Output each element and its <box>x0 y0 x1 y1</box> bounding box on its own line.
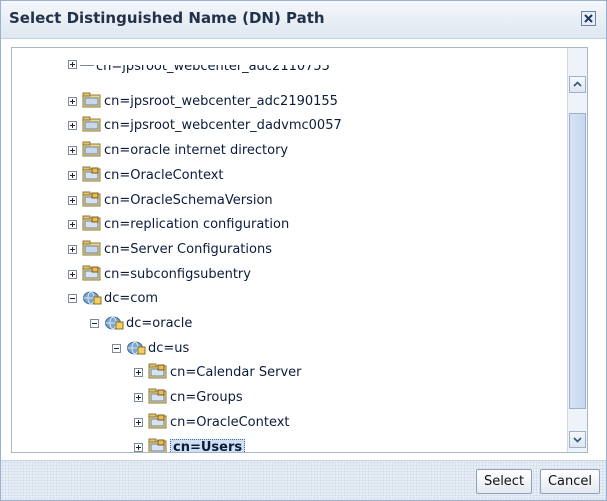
dn-tree[interactable]: cn=jpsroot_webcenter_adc2110755 cn=jpsroo… <box>11 47 588 453</box>
tree-node-label-selected[interactable]: cn=Users <box>170 439 246 452</box>
tree-node-label[interactable]: cn=subconfigsubentry <box>104 267 251 282</box>
tree-connector <box>80 65 94 66</box>
tree-node-label[interactable]: dc=com <box>104 291 158 306</box>
expand-icon[interactable] <box>68 60 77 69</box>
dialog-titlebar: Select Distinguished Name (DN) Path <box>1 1 606 39</box>
tree-node-label[interactable]: cn=Calendar Server <box>170 365 302 380</box>
expand-icon[interactable] <box>68 146 77 155</box>
container-icon <box>82 191 101 207</box>
tree-node-label[interactable]: cn=OracleContext <box>104 168 224 183</box>
container-icon <box>82 265 101 281</box>
container-icon <box>148 413 167 429</box>
expand-icon[interactable] <box>134 393 143 402</box>
close-icon <box>584 14 593 23</box>
folder-icon <box>82 141 101 157</box>
expand-icon[interactable] <box>68 121 77 130</box>
collapse-icon[interactable] <box>68 294 77 303</box>
scroll-down-button[interactable] <box>569 431 586 448</box>
container-icon <box>148 363 167 379</box>
tree-node-label[interactable]: cn=replication configuration <box>104 217 289 232</box>
cancel-button[interactable]: Cancel <box>540 469 600 494</box>
vertical-scrollbar[interactable] <box>567 48 587 452</box>
tree-node-label[interactable]: dc=us <box>148 341 189 356</box>
expand-icon[interactable] <box>134 443 143 452</box>
domain-icon <box>127 341 146 355</box>
tree-node-label[interactable]: cn=Server Configurations <box>104 242 272 257</box>
tree-node-label[interactable]: cn=jpsroot_webcenter_adc2110755 <box>96 65 330 74</box>
tree-node-label[interactable]: cn=OracleContext <box>170 415 290 430</box>
tree-node-label[interactable]: dc=oracle <box>126 316 192 331</box>
scroll-up-button[interactable] <box>569 76 586 93</box>
folder-icon <box>82 240 101 256</box>
tree-node-label[interactable]: cn=jpsroot_webcenter_adc2190155 <box>104 94 338 109</box>
tree-node-label[interactable]: cn=Groups <box>170 390 243 405</box>
expand-icon[interactable] <box>134 368 143 377</box>
folder-icon <box>82 92 101 108</box>
expand-icon[interactable] <box>68 220 77 229</box>
close-button[interactable] <box>581 11 596 26</box>
chevron-down-icon <box>573 437 582 443</box>
dn-path-dialog: Select Distinguished Name (DN) Path cn=j… <box>0 0 607 501</box>
chevron-up-icon <box>573 81 582 87</box>
collapse-icon[interactable] <box>112 344 121 353</box>
container-icon <box>148 388 167 404</box>
expand-icon[interactable] <box>68 171 77 180</box>
dialog-footer: Select Cancel <box>1 460 606 500</box>
tree-node-label[interactable]: cn=jpsroot_webcenter_dadvmc0057 <box>104 118 342 133</box>
container-icon <box>148 438 167 452</box>
domain-icon <box>83 291 102 305</box>
tree-node-label[interactable]: cn=oracle internet directory <box>104 143 288 158</box>
dialog-title: Select Distinguished Name (DN) Path <box>9 9 325 27</box>
container-icon <box>82 215 101 231</box>
expand-icon[interactable] <box>134 418 143 427</box>
expand-icon[interactable] <box>68 270 77 279</box>
scroll-thumb[interactable] <box>569 113 586 409</box>
domain-icon <box>105 316 124 330</box>
expand-icon[interactable] <box>68 97 77 106</box>
expand-icon[interactable] <box>68 245 77 254</box>
collapse-icon[interactable] <box>90 319 99 328</box>
expand-icon[interactable] <box>68 196 77 205</box>
folder-icon <box>82 116 101 132</box>
container-icon <box>82 166 101 182</box>
tree-node-label[interactable]: cn=OracleSchemaVersion <box>104 193 273 208</box>
select-button[interactable]: Select <box>476 469 532 494</box>
